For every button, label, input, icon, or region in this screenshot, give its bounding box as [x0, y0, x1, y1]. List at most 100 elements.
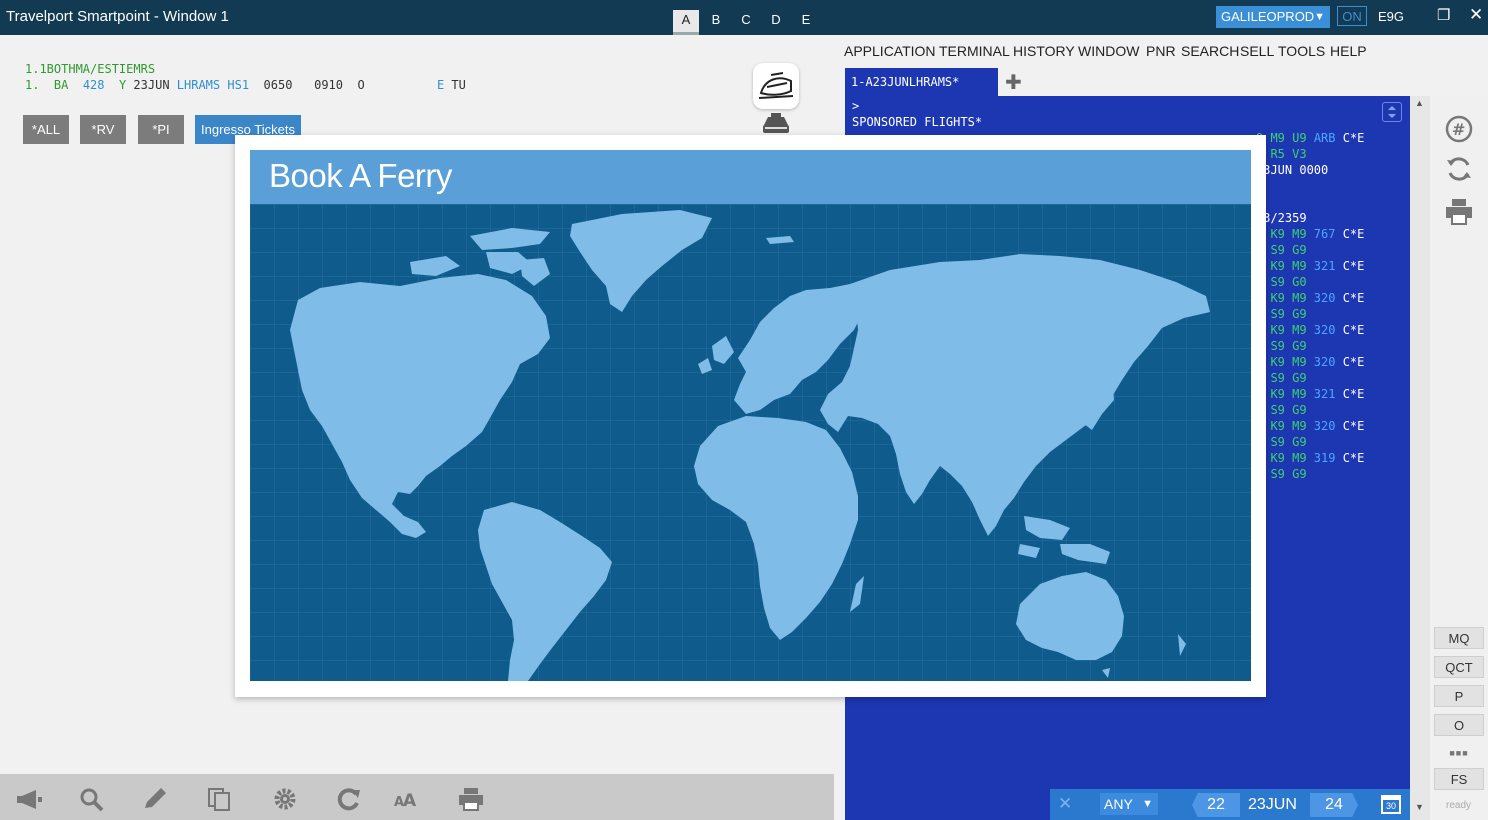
segment-airline: BA	[53, 78, 69, 92]
on-toggle[interactable]: ON	[1337, 6, 1367, 26]
clear-icon[interactable]: ✕	[1058, 794, 1072, 814]
segment-status: HS1	[227, 78, 250, 92]
carrier-filter-select[interactable]: ANY ▼	[1100, 793, 1158, 815]
train-booking-button[interactable]	[753, 63, 799, 109]
menu-pnr[interactable]: PNR	[1146, 43, 1176, 59]
menu-sell[interactable]: SELL	[1240, 43, 1274, 59]
title-bar: Travelport Smartpoint - Window 1 A B C D…	[0, 0, 1488, 35]
dialog-header: Book A Ferry	[250, 150, 1251, 204]
terminal-row: 9 K9 M9 767 C*E	[1256, 227, 1364, 241]
terminal-row-ce: C*E	[1335, 355, 1365, 369]
terminal-row: 9 K9 M9 320 C*E	[1256, 419, 1364, 433]
chevron-down-icon: ▼	[1142, 798, 1153, 810]
terminal-row-ce: C*E	[1335, 323, 1365, 337]
font-size-icon[interactable]: AA	[392, 786, 422, 812]
o-button[interactable]: O	[1434, 714, 1484, 736]
train-icon	[758, 72, 794, 99]
terminal-row: 9 K9 M9 320 C*E	[1256, 323, 1364, 337]
restore-window-icon[interactable]: ❐	[1437, 6, 1450, 24]
terminal-row-aircraft: 767	[1306, 227, 1336, 241]
qct-button[interactable]: QCT	[1434, 656, 1484, 678]
p-button[interactable]: P	[1434, 685, 1484, 707]
menu-search[interactable]: SEARCH	[1181, 43, 1239, 59]
refresh-icon[interactable]	[334, 786, 364, 812]
carrier-filter-value: ANY	[1104, 796, 1133, 812]
app-title: Travelport Smartpoint - Window 1	[6, 8, 229, 25]
sync-icon[interactable]	[1444, 154, 1474, 184]
terminal-row-aircraft: 319	[1306, 451, 1336, 465]
mq-button[interactable]: MQ	[1434, 627, 1484, 649]
window-tab-a[interactable]: A	[673, 10, 699, 35]
segment-day: TU	[451, 78, 466, 92]
svg-text:#: #	[1452, 120, 1465, 139]
session-tab[interactable]: 1-A23JUNLHRAMS*	[845, 68, 998, 96]
terminal-line-1: 9 M9 U9 ARB C*E	[1256, 131, 1364, 145]
terminal-row-aircraft: 320	[1306, 323, 1336, 337]
megaphone-icon[interactable]	[14, 786, 44, 812]
window-tab-b[interactable]: B	[703, 10, 729, 32]
segment-dep: 0650	[263, 78, 293, 92]
terminal-row-ce: C*E	[1335, 451, 1365, 465]
segment-class: Y	[118, 78, 127, 92]
terminal-row-ce: C*E	[1335, 419, 1365, 433]
world-map[interactable]	[250, 204, 1251, 681]
pnr-segment-line: 1. BA 428 Y 23JUN LHRAMS HS1 0650 0910 O…	[25, 78, 466, 92]
fs-button[interactable]: FS	[1434, 768, 1484, 790]
taxi-icon	[763, 113, 789, 133]
host-select[interactable]: GALILEOPROD ▼	[1216, 6, 1330, 28]
terminal-prompt: >	[852, 99, 860, 113]
quick-pi-button[interactable]: *PI	[138, 115, 184, 144]
more-button[interactable]: ■■■	[1434, 742, 1484, 764]
menu-terminal[interactable]: TERMINAL	[939, 43, 1010, 59]
terminal-line-1-ac: ARB	[1313, 131, 1336, 145]
terminal-line-1-ce: C*E	[1342, 131, 1365, 145]
menu-tools[interactable]: TOOLS	[1278, 43, 1325, 59]
date-navigation-bar: ✕ ANY ▼ 22 23JUN 24 30	[1050, 789, 1410, 820]
scroll-down-icon[interactable]: ▼	[1415, 802, 1424, 812]
scroll-toggle-icon[interactable]	[1382, 102, 1402, 122]
segment-number: 1.	[25, 78, 40, 92]
quick-rv-button[interactable]: *RV	[80, 115, 126, 144]
menu-help[interactable]: HELP	[1330, 43, 1367, 59]
close-icon[interactable]: ✕	[1469, 5, 1483, 25]
next-date-button[interactable]: 24	[1310, 793, 1358, 817]
right-tool-rail: # MQ QCT P O ■■■ FS ready	[1430, 96, 1488, 820]
copy-icon[interactable]	[205, 786, 235, 812]
segment-route[interactable]: LHRAMS	[177, 78, 220, 92]
dialog-title: Book A Ferry	[269, 157, 452, 194]
menu-bar: APPLICATION TERMINAL HISTORY WINDOW PNR …	[840, 40, 1488, 62]
menu-application[interactable]: APPLICATION	[844, 43, 936, 59]
host-select-value: GALILEOPROD	[1221, 9, 1315, 24]
scroll-up-icon[interactable]: ▲	[1415, 98, 1424, 108]
print-icon[interactable]	[1443, 196, 1475, 228]
pcc-label: E9G	[1378, 9, 1405, 24]
window-tab-c[interactable]: C	[733, 10, 759, 32]
terminal-row-ce: C*E	[1335, 291, 1365, 305]
segment-flight[interactable]: 428	[83, 78, 105, 92]
taxi-booking-button[interactable]	[760, 111, 792, 137]
window-tab-e[interactable]: E	[793, 10, 819, 32]
segment-arr: 0910	[314, 78, 344, 92]
prev-date-button[interactable]: 22	[1192, 793, 1240, 817]
segment-e: E	[436, 78, 445, 92]
bottom-toolbar: AA	[0, 774, 834, 820]
calendar-icon[interactable]: 30	[1381, 795, 1401, 814]
chevron-down-icon: ▼	[1314, 11, 1325, 23]
quick-all-button[interactable]: *ALL	[23, 115, 69, 144]
menu-history[interactable]: HISTORY	[1013, 43, 1075, 59]
gear-icon[interactable]	[270, 786, 300, 812]
terminal-header: SPONSORED FLIGHTS*	[852, 115, 983, 129]
terminal-row: 9 K9 M9 321 C*E	[1256, 259, 1364, 273]
terminal-row-aircraft: 320	[1306, 419, 1336, 433]
menu-window[interactable]: WINDOW	[1078, 43, 1139, 59]
hash-icon[interactable]: #	[1444, 114, 1474, 144]
print-icon[interactable]	[456, 786, 486, 812]
terminal-row: 9 K9 M9 321 C*E	[1256, 387, 1364, 401]
terminal-scrollbar[interactable]: ▲ ▼	[1410, 96, 1430, 820]
search-icon[interactable]	[77, 786, 107, 812]
terminal-row-aircraft: 321	[1306, 387, 1336, 401]
add-tab-icon[interactable]: ✚	[1005, 70, 1022, 95]
world-map-graphic	[250, 204, 1251, 681]
pencil-icon[interactable]	[141, 786, 171, 812]
window-tab-d[interactable]: D	[763, 10, 789, 32]
